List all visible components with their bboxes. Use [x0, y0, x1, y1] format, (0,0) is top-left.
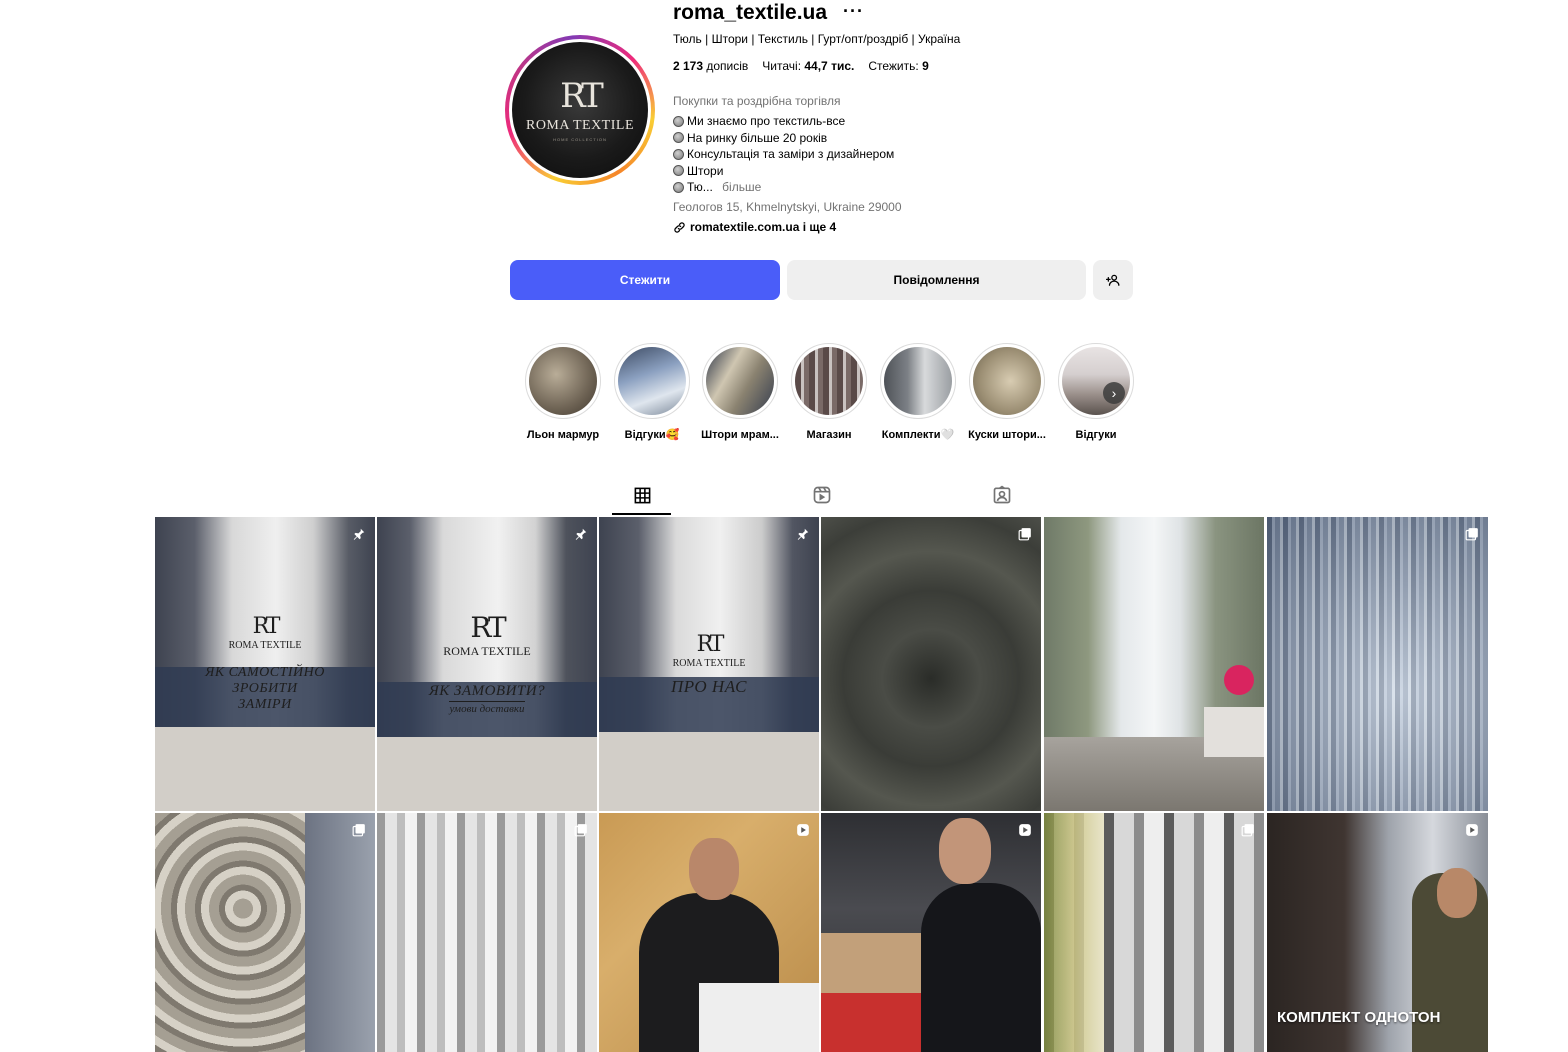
highlight-label: Комплекти🤍 — [881, 429, 955, 441]
post-logo-monogram: RT — [696, 631, 725, 657]
highlight-cover — [706, 347, 774, 415]
profile-address[interactable]: Геологов 15, Khmelnytskyi, Ukraine 29000 — [673, 199, 902, 215]
pin-icon — [351, 526, 367, 542]
post-logo-monogram: RT — [252, 613, 281, 639]
highlight-label: Відгуки🥰 — [624, 429, 680, 441]
pin-icon — [573, 526, 589, 542]
tagged-icon — [993, 485, 1011, 504]
highlight-cover — [973, 347, 1041, 415]
profile-link[interactable]: romatextile.com.ua і ще 4 — [673, 219, 836, 235]
reel-icon — [795, 822, 811, 838]
highlight-cover — [618, 347, 686, 415]
highlight-label: Відгуки — [1075, 429, 1117, 441]
bio-line: Консультація та заміри з дизайнером — [673, 146, 894, 163]
carousel-icon — [1017, 526, 1033, 542]
post-tile[interactable] — [1267, 517, 1488, 811]
highlight-cover — [1062, 347, 1130, 415]
post-tile[interactable] — [1044, 813, 1264, 1052]
post-overlay-text: ЯК ЗАМОВИТИ? — [428, 682, 546, 699]
post-tile[interactable] — [155, 813, 375, 1052]
posts-count: 2 173 дописів — [673, 59, 749, 73]
avatar-brand: ROMA TEXTILE — [525, 118, 634, 133]
highlight-item[interactable]: Штори мрам... — [700, 343, 780, 442]
bio-line: Штори — [673, 163, 894, 180]
highlight-label: Куски штори... — [968, 429, 1046, 441]
circle-emoji-icon — [673, 115, 684, 127]
post-tile[interactable]: RT ROMA TEXTILE ЯК ЗАМОВИТИ? умови доста… — [377, 517, 597, 811]
post-overlay-text: ЯК САМОСТІЙНО ЗРОБИТИ ЗАМІРИ — [205, 664, 325, 712]
profile-category-line: Тюль | Штори | Текстиль | Гурт/опт/роздр… — [673, 32, 961, 46]
active-tab-indicator — [612, 513, 671, 515]
post-caption-overlay: КОМПЛЕКТ ОДНОТОН — [1277, 1009, 1441, 1026]
circle-emoji-icon — [673, 132, 684, 144]
bio-line: Тю... більше — [673, 179, 894, 196]
suggest-people-button[interactable] — [1093, 260, 1133, 300]
post-overlay-text: ПРО НАС — [670, 676, 748, 696]
highlight-cover — [884, 347, 952, 415]
post-tile[interactable] — [821, 813, 1041, 1052]
carousel-icon — [1464, 526, 1480, 542]
reel-icon — [1464, 822, 1480, 838]
post-overlay-subtext: умови доставки — [449, 700, 525, 715]
highlight-item[interactable]: Льон мармур — [523, 343, 603, 442]
profile-avatar-ring[interactable]: RT ROMA TEXTILE HOME COLLECTION — [505, 35, 655, 185]
more-options-icon[interactable]: ··· — [843, 0, 864, 22]
post-logo-monogram: RT — [470, 610, 506, 644]
post-tile[interactable] — [821, 517, 1041, 811]
highlight-cover — [529, 347, 597, 415]
circle-emoji-icon — [673, 181, 684, 193]
carousel-icon — [351, 822, 367, 838]
chevron-right-icon[interactable]: › — [1103, 382, 1125, 404]
post-logo-brand: ROMA TEXTILE — [672, 657, 746, 669]
following-count[interactable]: Стежить: 9 — [868, 58, 928, 74]
profile-bio: Ми знаємо про текстиль-все На ринку біль… — [673, 113, 894, 196]
post-tile[interactable]: КОМПЛЕКТ ОДНОТОН — [1267, 813, 1488, 1052]
circle-emoji-icon — [673, 148, 684, 160]
profile-link-text[interactable]: romatextile.com.ua і ще 4 — [690, 219, 836, 235]
carousel-icon — [1240, 822, 1256, 838]
tab-tagged[interactable] — [991, 485, 1013, 505]
carousel-icon — [573, 822, 589, 838]
reels-icon — [813, 486, 831, 504]
post-tile[interactable] — [377, 813, 597, 1052]
highlight-item[interactable]: Куски штори... — [967, 343, 1047, 442]
profile-username: roma_textile.ua — [673, 1, 828, 24]
followers-count[interactable]: Читачі: 44,7 тис. — [762, 58, 854, 74]
pin-icon — [795, 526, 811, 542]
bio-line: На ринку більше 20 років — [673, 130, 894, 147]
post-tile[interactable]: RT ROMA TEXTILE ПРО НАС — [599, 517, 819, 811]
profile-stats: 2 173 дописів Читачі: 44,7 тис. Стежить:… — [673, 58, 929, 74]
post-tile[interactable] — [1044, 517, 1264, 811]
reel-icon — [1017, 822, 1033, 838]
post-tile[interactable]: RT ROMA TEXTILE ЯК САМОСТІЙНО ЗРОБИТИ ЗА… — [155, 517, 375, 811]
highlight-item[interactable]: Комплекти🤍 — [878, 343, 958, 442]
post-logo-brand: ROMA TEXTILE — [228, 639, 302, 651]
follow-button[interactable]: Стежити — [510, 260, 780, 300]
post-tile[interactable] — [599, 813, 819, 1052]
bio-more-link[interactable]: більше — [722, 179, 761, 196]
bio-line: Ми знаємо про текстиль-все — [673, 113, 894, 130]
post-logo-brand: ROMA TEXTILE — [443, 643, 531, 658]
tab-posts[interactable] — [631, 485, 653, 505]
highlight-item[interactable]: Магазин — [789, 343, 869, 442]
avatar-tagline: HOME COLLECTION — [553, 137, 607, 142]
business-category: Покупки та роздрібна торгівля — [673, 94, 841, 108]
avatar-monogram: RT — [560, 76, 604, 116]
circle-emoji-icon — [673, 165, 684, 177]
highlight-label: Льон мармур — [526, 429, 600, 441]
highlight-label: Штори мрам... — [701, 429, 779, 441]
message-button[interactable]: Повідомлення — [787, 260, 1086, 300]
highlight-label: Магазин — [806, 429, 852, 441]
profile-avatar: RT ROMA TEXTILE HOME COLLECTION — [512, 42, 648, 178]
person-plus-icon — [1106, 274, 1120, 286]
link-icon — [674, 221, 685, 233]
highlight-item[interactable]: Відгуки🥰 — [612, 343, 692, 442]
tab-reels[interactable] — [811, 485, 833, 505]
highlight-cover — [795, 347, 863, 415]
grid-icon — [634, 487, 650, 503]
